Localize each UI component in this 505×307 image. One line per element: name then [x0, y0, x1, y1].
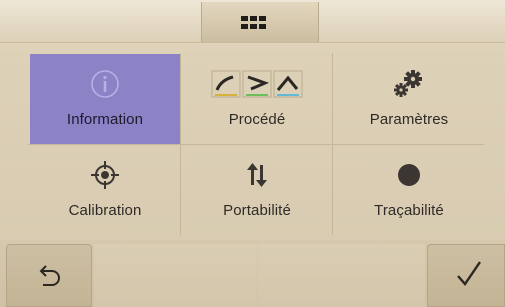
record-dot-icon [398, 164, 420, 186]
screen: Information Procédé Paramètres Calibrati… [0, 0, 505, 307]
menu-item-label: Traçabilité [374, 202, 444, 219]
bottom-empty-button [258, 244, 425, 307]
transfer-arrows-icon [247, 163, 267, 187]
menu-item-label: Paramètres [369, 111, 449, 128]
crosshair-icon [91, 161, 119, 189]
menu-item-procede[interactable]: Procédé [182, 54, 332, 144]
process-icon [211, 70, 303, 98]
back-button[interactable] [6, 244, 92, 307]
checkmark-icon [457, 261, 481, 286]
undo-arrow-icon [39, 265, 60, 286]
menu-item-calibration[interactable]: Calibration [30, 145, 180, 235]
menu-item-information[interactable]: Information [30, 54, 180, 144]
menu-item-label: Portabilité [223, 202, 291, 219]
menu-item-label: Procédé [228, 111, 286, 128]
menu-item-label: Information [66, 111, 144, 128]
confirm-button[interactable] [427, 244, 505, 307]
menu-item-portabilite[interactable]: Portabilité [182, 145, 332, 235]
menu-item-tracabilite[interactable]: Traçabilité [334, 145, 484, 235]
menu-item-parametres[interactable]: Paramètres [334, 54, 484, 144]
grid-menu-icon [241, 16, 267, 29]
main-menu-button[interactable] [201, 2, 319, 42]
bottom-empty-button [94, 244, 257, 307]
info-icon [91, 70, 119, 98]
gears-icon [394, 70, 422, 97]
menu-grid: Information Procédé Paramètres Calibrati… [28, 53, 484, 235]
menu-item-label: Calibration [68, 202, 142, 219]
